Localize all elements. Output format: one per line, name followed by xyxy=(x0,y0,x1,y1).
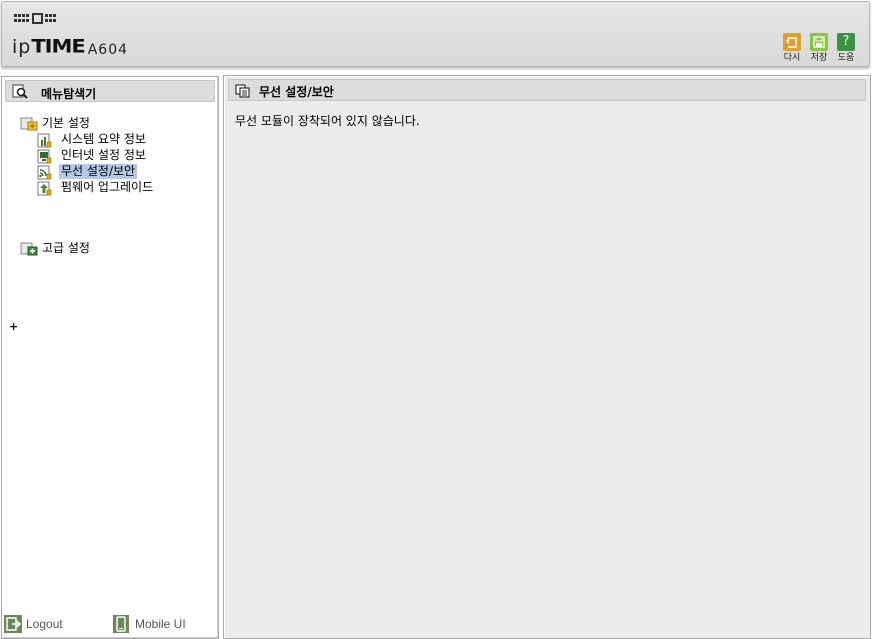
content-panel: 무선 설정/보안 무선 모듈이 장착되어 있지 않습니다. xyxy=(223,75,871,639)
search-icon xyxy=(12,84,30,103)
menu-explorer-panel: 메뉴탐색기 기본 설정 시스템 요약 정보 인터넷 설정 정보 무선 설정/보안 xyxy=(1,76,219,639)
header-bar: ipTIME A604 다시 저장 ? 도움 xyxy=(1,1,870,67)
refresh-icon xyxy=(783,33,801,51)
content-header: 무선 설정/보안 xyxy=(228,79,866,101)
expand-toggle[interactable]: + xyxy=(9,320,18,333)
logout-icon xyxy=(4,615,22,636)
menu-explorer-header: 메뉴탐색기 xyxy=(5,80,215,102)
save-icon xyxy=(810,33,828,51)
menu-item-label: 시스템 요약 정보 xyxy=(61,132,146,146)
logo-model: A604 xyxy=(87,42,129,58)
menu-explorer-title: 메뉴탐색기 xyxy=(41,87,97,101)
logout-label: Logout xyxy=(26,617,63,631)
mobile-ui-label: Mobile UI xyxy=(135,617,186,631)
help-icon: ? xyxy=(837,33,855,51)
save-label: 저장 xyxy=(810,53,828,63)
logo-ip: ip xyxy=(12,36,32,58)
iptime-logo: ipTIME A604 xyxy=(12,34,129,58)
upgrade-doc-icon xyxy=(37,181,53,199)
refresh-label: 다시 xyxy=(783,53,801,63)
status-message: 무선 모듈이 장착되어 있지 않습니다. xyxy=(235,114,420,128)
page-icon xyxy=(235,84,251,101)
menu-item-label: 무선 설정/보안 xyxy=(59,164,138,179)
save-button[interactable]: 저장 xyxy=(808,33,830,64)
help-label: 도움 xyxy=(837,53,855,63)
help-button[interactable]: ? 도움 xyxy=(835,33,857,64)
logo-mark xyxy=(14,13,60,27)
refresh-button[interactable]: 다시 xyxy=(781,33,803,64)
logo-time: TIME xyxy=(31,35,85,57)
tree-group-basic-label: 기본 설정 xyxy=(42,116,90,130)
menu-item-label: 인터넷 설정 정보 xyxy=(61,148,146,162)
mobile-phone-icon xyxy=(113,615,129,636)
page-title: 무선 설정/보안 xyxy=(259,85,334,99)
folder-plus-icon xyxy=(20,241,40,260)
menu-item-label: 펌웨어 업그레이드 xyxy=(61,180,154,194)
tree-group-advanced-label: 고급 설정 xyxy=(42,241,90,255)
